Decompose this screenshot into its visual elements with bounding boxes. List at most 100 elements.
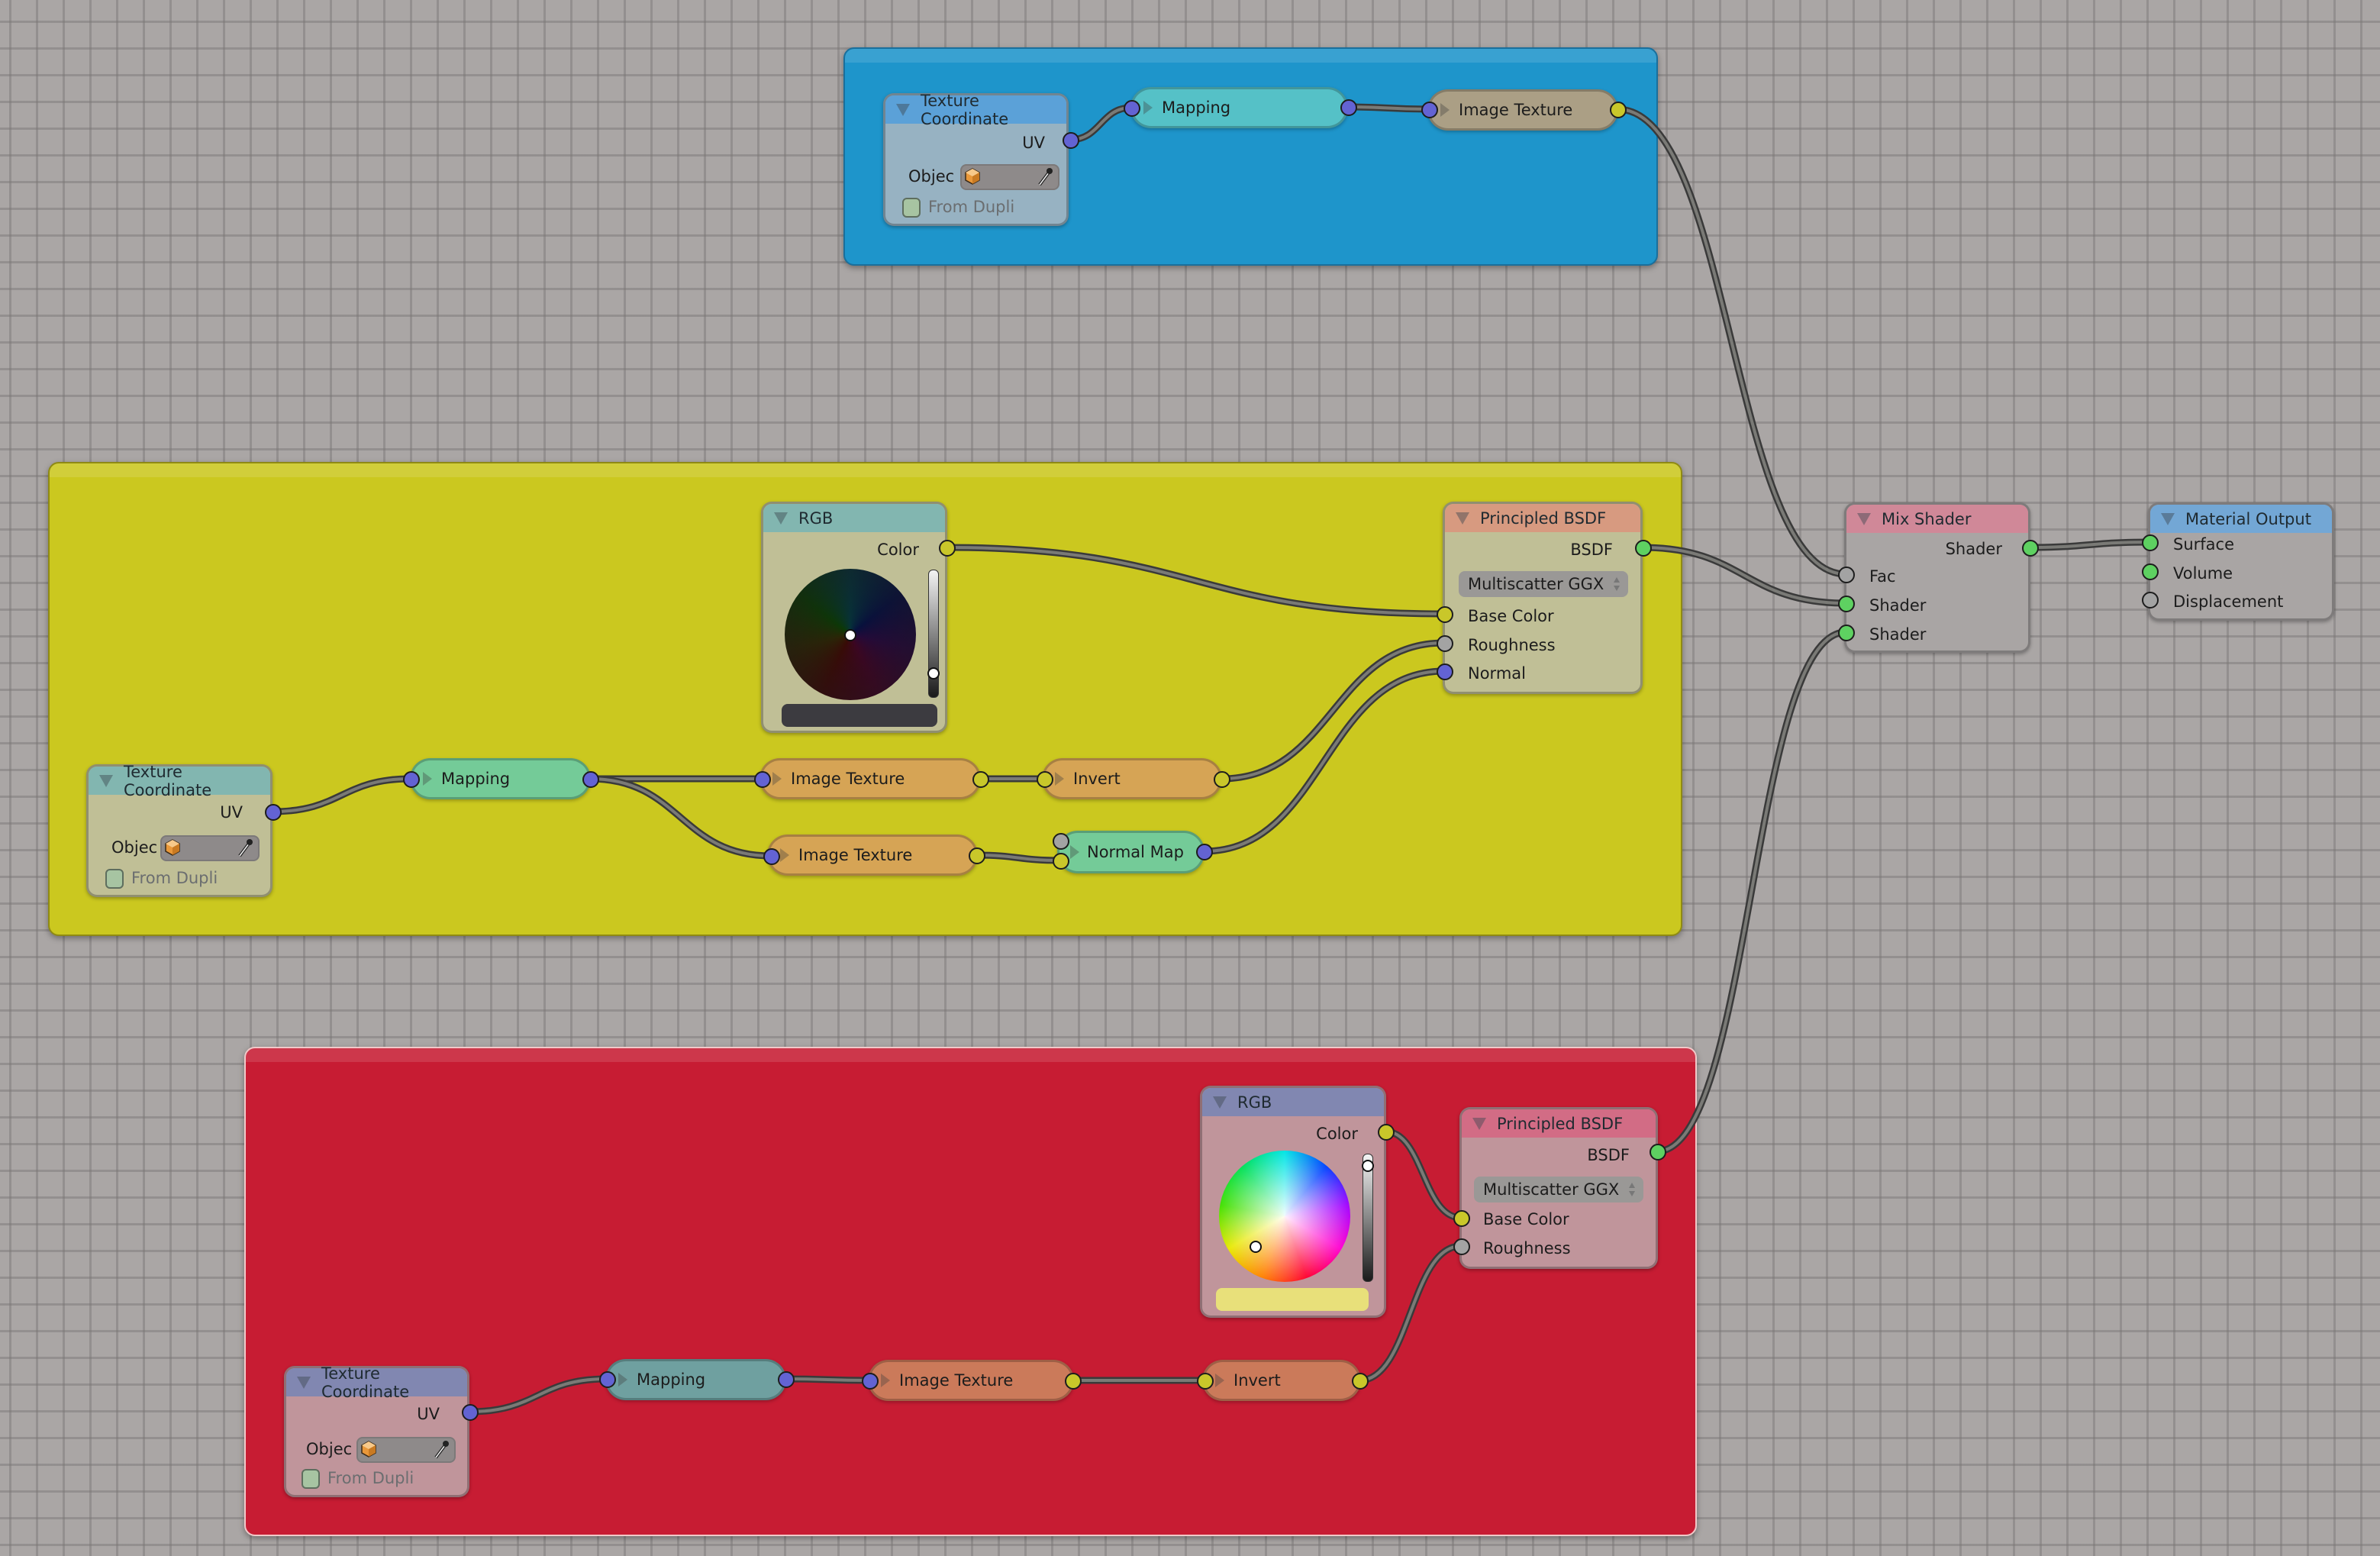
socket-y-img2-in[interactable]	[763, 848, 780, 865]
node-material-output[interactable]: Material Output Surface Volume Displacem…	[2148, 502, 2334, 621]
collapse-triangle-icon[interactable]	[1472, 1117, 1486, 1130]
socket-r-p-base[interactable]	[1453, 1210, 1470, 1227]
node-texture-coordinate-yellow[interactable]: Texture Coordinate UV Objec From Dupli	[86, 763, 273, 897]
collapse-triangle-icon[interactable]	[896, 103, 910, 116]
socket-r-inv-out[interactable]	[1352, 1373, 1369, 1390]
socket-y-nm-str[interactable]	[1053, 833, 1069, 850]
node-image-texture-yellow-2[interactable]: Image Texture	[767, 834, 978, 876]
node-header[interactable]: Mix Shader	[1846, 505, 2028, 533]
collapse-triangle-icon[interactable]	[1213, 1096, 1227, 1109]
from-dupli-checkbox[interactable]	[302, 1469, 320, 1489]
socket-b-map-in[interactable]	[1124, 100, 1140, 117]
collapse-triangle-icon[interactable]	[1456, 512, 1469, 525]
distribution-dropdown[interactable]: Multiscatter GGX	[1474, 1177, 1643, 1203]
from-dupli-checkbox[interactable]	[105, 869, 124, 889]
node-mapping-red[interactable]: Mapping	[605, 1359, 786, 1400]
color-wheel-cursor[interactable]	[1250, 1241, 1262, 1253]
object-field[interactable]	[960, 164, 1059, 190]
socket-r-p-bsdf[interactable]	[1650, 1144, 1666, 1161]
node-mix-shader[interactable]: Mix Shader Shader Fac Shader Shader	[1844, 502, 2030, 653]
node-mapping-yellow[interactable]: Mapping	[410, 758, 591, 799]
socket-b-img-out[interactable]	[1610, 102, 1627, 118]
socket-y-inv-out[interactable]	[1214, 771, 1230, 788]
socket-r-rgb-col[interactable]	[1378, 1124, 1395, 1141]
socket-o-disp[interactable]	[2142, 592, 2159, 609]
node-header[interactable]: Principled BSDF	[1445, 504, 1640, 532]
node-rgb-yellow[interactable]: RGB Color	[761, 502, 947, 733]
socket-y-p-norm[interactable]	[1437, 663, 1453, 680]
socket-y-uv[interactable]	[265, 804, 282, 821]
distribution-dropdown[interactable]: Multiscatter GGX	[1459, 571, 1628, 597]
socket-y-nm-out[interactable]	[1196, 844, 1213, 860]
node-invert-yellow[interactable]: Invert	[1042, 758, 1222, 799]
socket-m-sh1[interactable]	[1838, 596, 1855, 612]
socket-r-uv[interactable]	[462, 1404, 479, 1421]
socket-r-map-in[interactable]	[599, 1371, 616, 1388]
output-label-uv: UV	[417, 1405, 440, 1423]
socket-y-p-base[interactable]	[1437, 606, 1453, 623]
socket-y-map-out[interactable]	[582, 771, 599, 788]
object-field[interactable]	[356, 1437, 456, 1463]
socket-b-img-in[interactable]	[1421, 102, 1438, 118]
node-image-texture-red[interactable]: Image Texture	[868, 1360, 1074, 1401]
socket-r-p-rough[interactable]	[1453, 1238, 1470, 1255]
socket-r-img-in[interactable]	[862, 1373, 879, 1390]
node-header[interactable]: Texture Coordinate	[286, 1364, 467, 1401]
color-swatch[interactable]	[782, 704, 937, 727]
node-principled-bsdf-yellow[interactable]: Principled BSDF BSDF Multiscatter GGX Ba…	[1443, 502, 1643, 694]
color-swatch[interactable]	[1216, 1288, 1369, 1311]
node-header[interactable]: Texture Coordinate	[89, 763, 270, 799]
socket-y-inv-in[interactable]	[1037, 771, 1053, 788]
socket-r-inv-in[interactable]	[1197, 1373, 1214, 1390]
collapse-triangle-icon[interactable]	[99, 774, 113, 787]
value-slider-handle[interactable]	[927, 667, 940, 680]
socket-b-uv[interactable]	[1063, 132, 1079, 149]
node-texture-coordinate-blue[interactable]: Texture Coordinate UV Objec From Dupli	[883, 92, 1069, 226]
socket-y-img1-in[interactable]	[754, 771, 771, 788]
node-header[interactable]: Texture Coordinate	[885, 92, 1066, 128]
socket-y-rgb-col[interactable]	[939, 540, 956, 557]
updown-arrows-icon	[1614, 577, 1620, 591]
node-texture-coordinate-red[interactable]: Texture Coordinate UV Objec From Dupli	[284, 1364, 469, 1497]
eyedropper-icon[interactable]	[1037, 167, 1053, 187]
node-invert-red[interactable]: Invert	[1202, 1360, 1361, 1401]
node-mapping-blue[interactable]: Mapping	[1130, 87, 1348, 128]
link-m_out-o_surf[interactable]	[2029, 541, 2150, 549]
collapse-triangle-icon[interactable]	[774, 512, 788, 525]
socket-y-nm-col[interactable]	[1053, 853, 1069, 870]
node-principled-bsdf-red[interactable]: Principled BSDF BSDF Multiscatter GGX Ba…	[1459, 1107, 1658, 1269]
node-header[interactable]: RGB	[763, 504, 945, 532]
socket-m-sh2[interactable]	[1838, 625, 1855, 641]
node-header[interactable]: RGB	[1202, 1088, 1384, 1116]
socket-o-vol[interactable]	[2142, 563, 2159, 580]
node-header[interactable]: Principled BSDF	[1462, 1109, 1656, 1138]
socket-y-p-rough[interactable]	[1437, 635, 1453, 652]
socket-b-map-out[interactable]	[1340, 99, 1357, 116]
object-field[interactable]	[160, 835, 260, 861]
socket-y-img2-out[interactable]	[969, 847, 985, 864]
node-image-texture-yellow-1[interactable]: Image Texture	[759, 758, 981, 799]
socket-m-out[interactable]	[2022, 540, 2039, 557]
socket-y-map-in[interactable]	[403, 771, 420, 788]
from-dupli-checkbox[interactable]	[902, 198, 921, 218]
collapse-triangle-icon[interactable]	[1857, 512, 1871, 525]
collapsed-arrow-icon	[780, 848, 789, 862]
value-slider[interactable]	[1363, 1154, 1373, 1282]
color-wheel-cursor[interactable]	[844, 629, 856, 641]
value-slider-handle[interactable]	[1362, 1160, 1374, 1172]
collapse-triangle-icon[interactable]	[297, 1376, 311, 1389]
socket-r-img-out[interactable]	[1065, 1373, 1082, 1390]
node-normal-map-yellow[interactable]: Normal Map	[1057, 831, 1205, 873]
eyedropper-icon[interactable]	[237, 838, 253, 858]
node-header[interactable]: Material Output	[2150, 505, 2332, 533]
color-wheel[interactable]	[1219, 1151, 1350, 1282]
node-image-texture-blue[interactable]: Image Texture	[1427, 89, 1618, 131]
socket-o-surf[interactable]	[2142, 534, 2159, 551]
socket-r-map-out[interactable]	[778, 1371, 795, 1388]
eyedropper-icon[interactable]	[433, 1440, 450, 1460]
node-rgb-red[interactable]: RGB Color	[1200, 1086, 1386, 1318]
socket-m-fac[interactable]	[1838, 567, 1855, 583]
collapse-triangle-icon[interactable]	[2161, 512, 2175, 525]
socket-y-img1-out[interactable]	[972, 771, 989, 788]
socket-y-p-bsdf[interactable]	[1635, 540, 1652, 557]
